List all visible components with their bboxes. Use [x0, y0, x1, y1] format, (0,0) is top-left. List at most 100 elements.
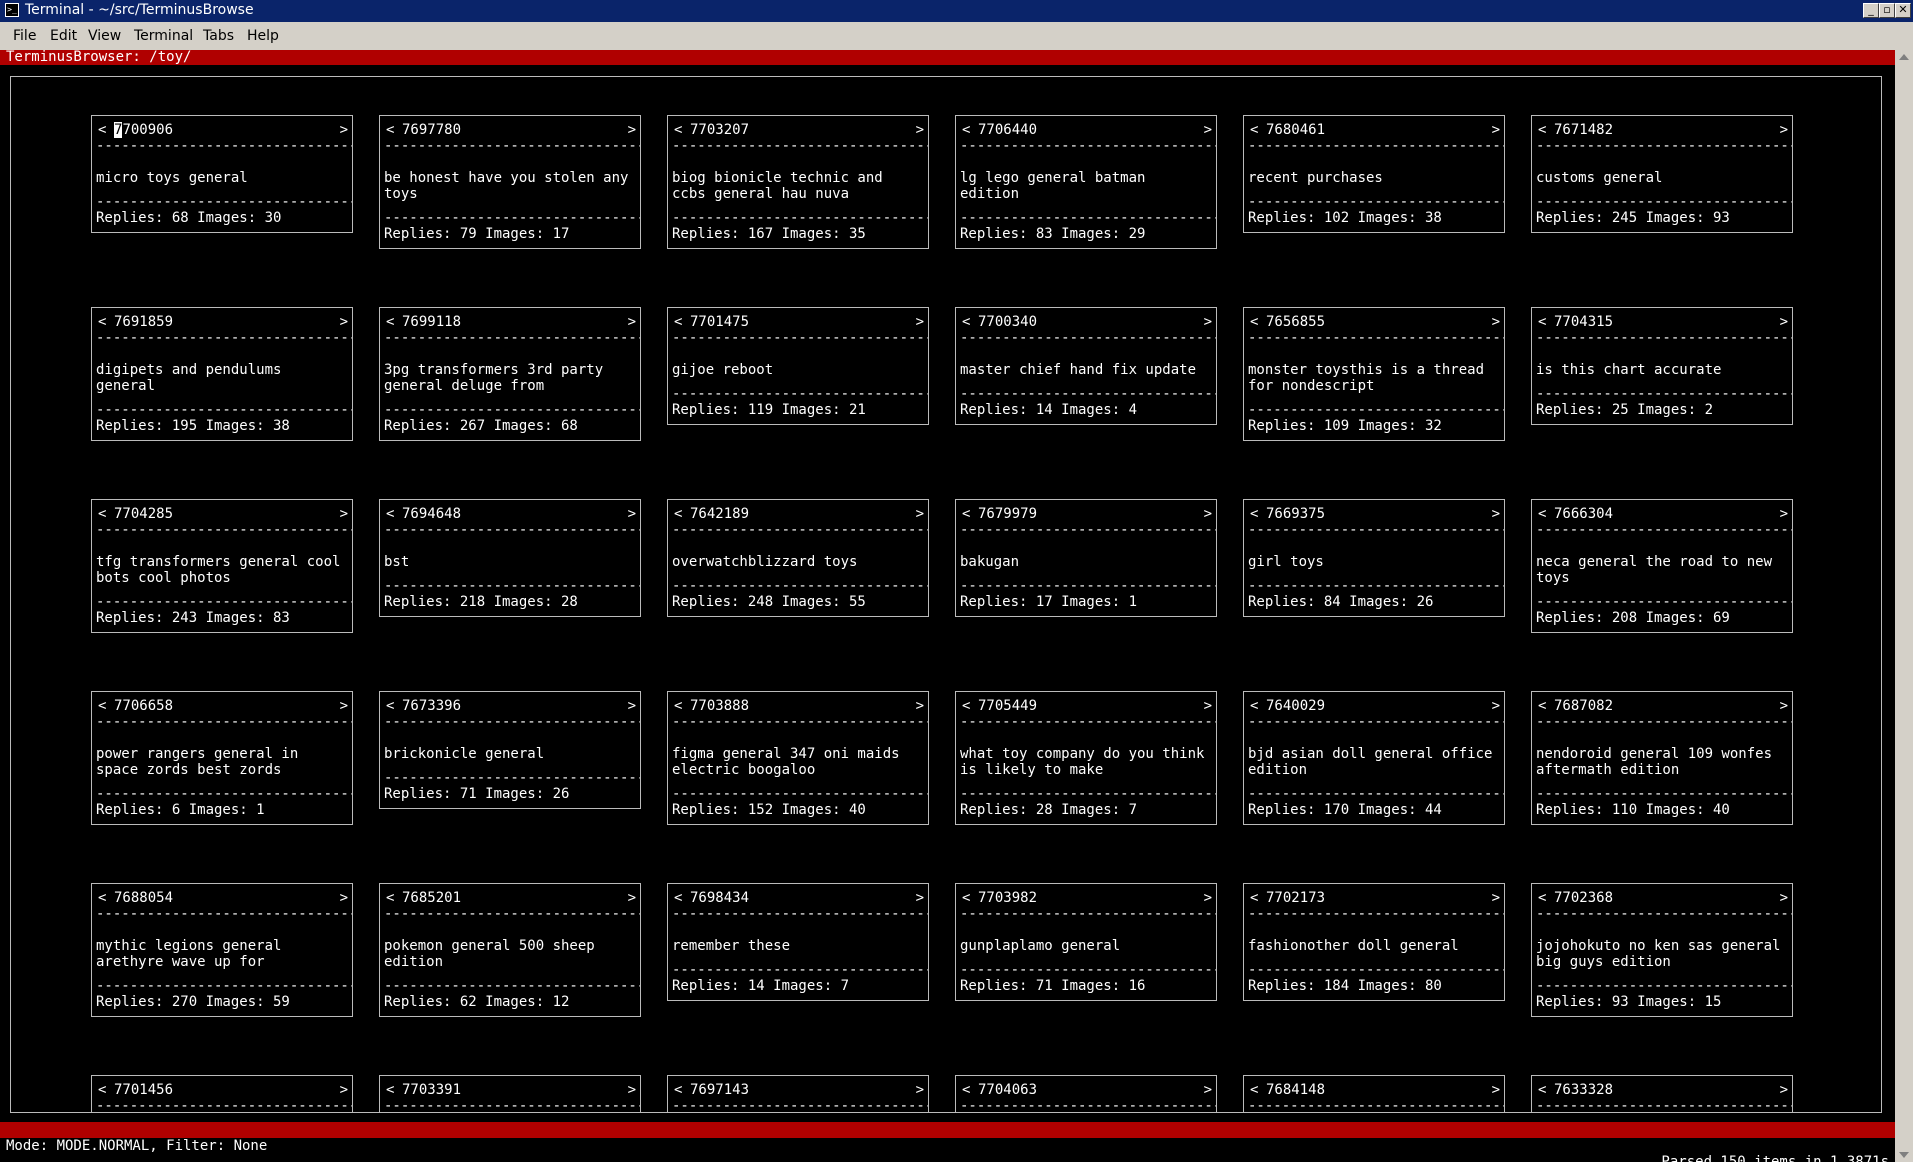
thread-card[interactable]: <7633328 >-------------------------------…	[1531, 1075, 1793, 1112]
menu-tabs[interactable]: Tabs	[203, 28, 234, 44]
next-image-icon[interactable]: >	[1780, 122, 1788, 138]
next-image-icon[interactable]: >	[340, 314, 348, 330]
next-image-icon[interactable]: >	[340, 698, 348, 714]
thread-card[interactable]: <7671482>-------------------------------…	[1531, 115, 1793, 233]
thread-card[interactable]: <7704285>-------------------------------…	[91, 499, 353, 633]
next-image-icon[interactable]: >	[1492, 314, 1500, 330]
terminal-screen[interactable]: TerminusBrowser: /toy/ <7700906 > --------…	[0, 50, 1895, 1162]
close-icon[interactable]: ✕	[1895, 3, 1911, 18]
menu-edit[interactable]: Edit	[50, 28, 77, 44]
thread-card[interactable]: <7666304>-------------------------------…	[1531, 499, 1793, 633]
prev-image-icon[interactable]: <	[962, 314, 970, 330]
next-image-icon[interactable]: >	[916, 890, 924, 906]
prev-image-icon[interactable]: <	[1538, 698, 1546, 714]
prev-image-icon[interactable]: <	[1538, 890, 1546, 906]
next-image-icon[interactable]: >	[1492, 890, 1500, 906]
next-image-icon[interactable]: >	[628, 122, 636, 138]
prev-image-icon[interactable]: <	[1538, 122, 1546, 138]
thread-card[interactable]: <7680461>-------------------------------…	[1243, 115, 1505, 233]
thread-card[interactable]: <7685201>-------------------------------…	[379, 883, 641, 1017]
maximize-icon[interactable]: ▫	[1879, 3, 1895, 18]
prev-image-icon[interactable]: <	[962, 890, 970, 906]
prev-image-icon[interactable]: <	[98, 314, 106, 330]
prev-image-icon[interactable]: <	[962, 122, 970, 138]
thread-card[interactable]: <7656855>-------------------------------…	[1243, 307, 1505, 441]
next-image-icon[interactable]: >	[628, 314, 636, 330]
thread-card[interactable]: <7640029>-------------------------------…	[1243, 691, 1505, 825]
next-image-icon[interactable]: >	[1492, 698, 1500, 714]
next-image-icon[interactable]: >	[1204, 122, 1212, 138]
thread-card[interactable]: <7694648>-------------------------------…	[379, 499, 641, 617]
thread-card[interactable]: <7698434>-------------------------------…	[667, 883, 929, 1001]
thread-card[interactable]: <7687082>-------------------------------…	[1531, 691, 1793, 825]
next-image-icon[interactable]: >	[1204, 890, 1212, 906]
next-image-icon[interactable]: >	[916, 698, 924, 714]
prev-image-icon[interactable]: <	[674, 890, 682, 906]
thread-card[interactable]: <7701456 >-------------------------------…	[91, 1075, 353, 1112]
prev-image-icon[interactable]: <	[386, 698, 394, 714]
thread-card[interactable]: <7703888>-------------------------------…	[667, 691, 929, 825]
thread-card[interactable]: <7705449>-------------------------------…	[955, 691, 1217, 825]
thread-card[interactable]: <7679979>-------------------------------…	[955, 499, 1217, 617]
scroll-up-icon[interactable]	[1899, 54, 1909, 60]
thread-card[interactable]: <7688054>-------------------------------…	[91, 883, 353, 1017]
menu-help[interactable]: Help	[247, 28, 279, 44]
next-image-icon[interactable]: >	[1780, 506, 1788, 522]
prev-image-icon[interactable]: <	[386, 506, 394, 522]
prev-image-icon[interactable]: <	[1538, 506, 1546, 522]
thread-card[interactable]: <7700340>-------------------------------…	[955, 307, 1217, 425]
terminal-app-icon[interactable]: >_	[5, 3, 19, 17]
prev-image-icon[interactable]: <	[1250, 890, 1258, 906]
minimize-icon[interactable]: _	[1863, 3, 1879, 18]
prev-image-icon[interactable]: <	[98, 698, 106, 714]
prev-image-icon[interactable]: <	[674, 1082, 682, 1098]
thread-card[interactable]: <7703391 >-------------------------------…	[379, 1075, 641, 1112]
next-image-icon[interactable]: >	[1204, 314, 1212, 330]
thread-card[interactable]: <7669375>-------------------------------…	[1243, 499, 1505, 617]
prev-image-icon[interactable]: <	[1250, 506, 1258, 522]
next-image-icon[interactable]: >	[1204, 1082, 1212, 1098]
next-image-icon[interactable]: >	[628, 698, 636, 714]
next-image-icon[interactable]: >	[1780, 698, 1788, 714]
prev-image-icon[interactable]: <	[674, 698, 682, 714]
next-image-icon[interactable]: >	[916, 122, 924, 138]
prev-image-icon[interactable]: <	[674, 506, 682, 522]
next-image-icon[interactable]: >	[1780, 314, 1788, 330]
menu-terminal[interactable]: Terminal	[134, 28, 193, 44]
thread-card[interactable]: <7706440>-------------------------------…	[955, 115, 1217, 249]
next-image-icon[interactable]: >	[1492, 1082, 1500, 1098]
next-image-icon[interactable]: >	[1492, 506, 1500, 522]
next-image-icon[interactable]: >	[628, 890, 636, 906]
prev-image-icon[interactable]: <	[1538, 314, 1546, 330]
next-image-icon[interactable]: >	[628, 506, 636, 522]
prev-image-icon[interactable]: <	[962, 1082, 970, 1098]
thread-card[interactable]: <7706658>-------------------------------…	[91, 691, 353, 825]
prev-image-icon[interactable]: <	[386, 1082, 394, 1098]
thread-card[interactable]: <7697780>-------------------------------…	[379, 115, 641, 249]
next-image-icon[interactable]: >	[340, 122, 348, 138]
next-image-icon[interactable]: >	[1492, 122, 1500, 138]
prev-image-icon[interactable]: <	[962, 698, 970, 714]
next-image-icon[interactable]: >	[916, 314, 924, 330]
next-image-icon[interactable]: >	[916, 1082, 924, 1098]
prev-image-icon[interactable]: <	[386, 890, 394, 906]
thread-card[interactable]: <7704315>-------------------------------…	[1531, 307, 1793, 425]
thread-card[interactable]: <7702368>-------------------------------…	[1531, 883, 1793, 1017]
next-image-icon[interactable]: >	[340, 1082, 348, 1098]
thread-card[interactable]: <7699118>-------------------------------…	[379, 307, 641, 441]
thread-card[interactable]: <7684148 >-------------------------------…	[1243, 1075, 1505, 1112]
prev-image-icon[interactable]: <	[1250, 122, 1258, 138]
thread-card[interactable]: <7703207>-------------------------------…	[667, 115, 929, 249]
thread-card[interactable]: <7697143 >-------------------------------…	[667, 1075, 929, 1112]
thread-card[interactable]: <7703982>-------------------------------…	[955, 883, 1217, 1001]
prev-image-icon[interactable]: <	[386, 122, 394, 138]
window-title-bar[interactable]: >_ Terminal - ~/src/TerminusBrowse _ ▫ ✕	[0, 0, 1913, 22]
thread-card[interactable]: <7704063 >-------------------------------…	[955, 1075, 1217, 1112]
prev-image-icon[interactable]: <	[98, 122, 106, 138]
prev-image-icon[interactable]: <	[1250, 1082, 1258, 1098]
thread-card[interactable]: <7702173>-------------------------------…	[1243, 883, 1505, 1001]
prev-image-icon[interactable]: <	[674, 122, 682, 138]
menu-view[interactable]: View	[88, 28, 121, 44]
prev-image-icon[interactable]: <	[98, 890, 106, 906]
scroll-down-icon[interactable]	[1899, 1152, 1909, 1158]
